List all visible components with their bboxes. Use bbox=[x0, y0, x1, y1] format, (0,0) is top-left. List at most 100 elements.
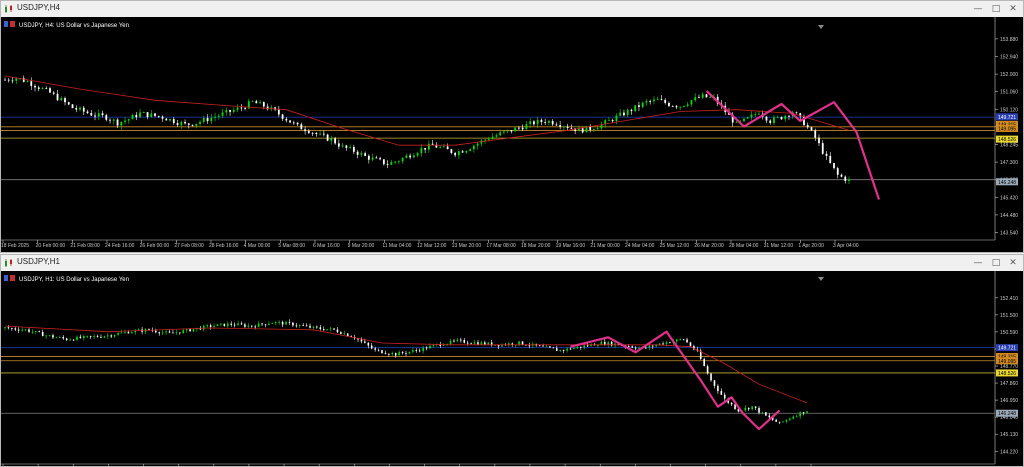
price-label: 149.721 bbox=[998, 346, 1016, 352]
price-tick-label: 151.500 bbox=[1000, 313, 1018, 319]
candle-body bbox=[340, 332, 342, 334]
zigzag-line[interactable] bbox=[705, 90, 881, 200]
candle-body bbox=[460, 339, 462, 341]
chart-canvas-h4[interactable]: USDJPY, H4: US Dollar vs Japanese Yen 153… bbox=[1, 17, 1023, 252]
price-tick-label: 144.480 bbox=[1000, 213, 1018, 219]
candle-body bbox=[75, 108, 78, 110]
maximize-icon[interactable]: □ bbox=[989, 256, 1003, 270]
candle-body bbox=[593, 129, 595, 131]
candle-body bbox=[548, 121, 550, 123]
candle-body bbox=[210, 117, 213, 122]
time-tick-label: 6 Mar 16:00 bbox=[313, 243, 340, 249]
candle-body bbox=[679, 106, 682, 108]
candle-body bbox=[420, 148, 423, 154]
candle-body bbox=[701, 94, 704, 98]
candle-body bbox=[758, 113, 760, 115]
candle-body bbox=[405, 155, 408, 158]
candle-body bbox=[398, 352, 400, 356]
candle-body bbox=[230, 323, 233, 325]
candle-body bbox=[96, 336, 99, 337]
candle-body bbox=[750, 114, 753, 118]
price-tick-label: 152.940 bbox=[1000, 54, 1018, 60]
candle-body bbox=[178, 332, 181, 334]
candle-body bbox=[384, 353, 387, 354]
candle-body bbox=[806, 125, 809, 128]
price-label: 148.526 bbox=[998, 137, 1016, 143]
candle-body bbox=[454, 152, 457, 156]
chart-window-h1[interactable]: USDJPY,H1 — □ ✕ USDJPY, H1: US Dollar vs… bbox=[0, 254, 1024, 467]
candle-body bbox=[187, 123, 190, 125]
candle-body bbox=[784, 115, 787, 120]
time-tick-label: 17 Mar 08:00 bbox=[486, 243, 516, 249]
candle-body bbox=[360, 153, 363, 155]
candle-body bbox=[463, 339, 466, 343]
candle-body bbox=[311, 132, 314, 134]
moving-average-line[interactable] bbox=[4, 75, 850, 146]
candle-body bbox=[573, 347, 575, 350]
candle-body bbox=[271, 323, 274, 324]
candle-body bbox=[665, 342, 668, 345]
candle-body bbox=[465, 150, 468, 153]
symbol-flag-icon bbox=[4, 275, 8, 281]
chart-canvas-h1[interactable]: USDJPY, H1: US Dollar vs Japanese Yen 152… bbox=[1, 271, 1023, 466]
minimize-icon[interactable]: — bbox=[971, 2, 985, 16]
candle-body bbox=[26, 81, 29, 83]
candle-body bbox=[300, 124, 303, 130]
candle-body bbox=[562, 350, 565, 351]
price-tick-label: 146.950 bbox=[1000, 398, 1018, 404]
candle-body bbox=[65, 338, 68, 341]
time-tick-label: 25 Mar 12:00 bbox=[660, 243, 690, 249]
chart-window-h4[interactable]: USDJPY,H4 — □ ✕ USDJPY, H4: US Dollar vs… bbox=[0, 0, 1024, 253]
shift-marker-icon[interactable] bbox=[818, 277, 824, 281]
candle-body bbox=[364, 341, 366, 343]
minimize-icon[interactable]: — bbox=[971, 256, 985, 270]
candle-body bbox=[244, 324, 246, 327]
candle-body bbox=[751, 406, 753, 410]
maximize-icon[interactable]: □ bbox=[989, 2, 1003, 16]
zigzag-line[interactable] bbox=[570, 330, 781, 431]
candle-body bbox=[195, 123, 198, 126]
candle-body bbox=[431, 143, 434, 145]
price-chart[interactable]: USDJPY, H4: US Dollar vs Japanese Yen 153… bbox=[1, 17, 1023, 252]
candle-body bbox=[296, 122, 299, 125]
candle-body bbox=[101, 113, 104, 116]
candle-body bbox=[555, 124, 558, 126]
candle-body bbox=[484, 139, 487, 141]
candle-body bbox=[422, 347, 424, 352]
window-title: USDJPY,H1 bbox=[17, 257, 60, 266]
window-titlebar[interactable]: USDJPY,H4 — □ ✕ bbox=[1, 1, 1023, 18]
candle-body bbox=[679, 339, 681, 341]
candle-body bbox=[540, 119, 543, 122]
trade-icon bbox=[10, 21, 15, 27]
shift-marker-icon[interactable] bbox=[818, 25, 824, 29]
candle-body bbox=[158, 332, 161, 334]
candle-body bbox=[71, 104, 74, 109]
candle-body bbox=[662, 343, 664, 345]
candle-body bbox=[473, 342, 476, 344]
price-chart[interactable]: USDJPY, H1: US Dollar vs Japanese Yen 152… bbox=[1, 271, 1023, 466]
candle-body bbox=[364, 153, 367, 156]
candle-body bbox=[549, 346, 551, 348]
candle-body bbox=[416, 153, 419, 156]
candle-body bbox=[103, 336, 106, 338]
close-icon[interactable]: ✕ bbox=[1006, 2, 1020, 16]
candle-body bbox=[446, 146, 449, 150]
price-tick-label: 148.770 bbox=[1000, 364, 1018, 370]
candle-body bbox=[281, 321, 284, 325]
close-icon[interactable]: ✕ bbox=[1006, 256, 1020, 270]
candle-body bbox=[11, 80, 14, 82]
candle-body bbox=[675, 106, 678, 108]
price-label: 146.248 bbox=[998, 180, 1016, 186]
candle-body bbox=[634, 347, 637, 349]
moving-average-line[interactable] bbox=[4, 325, 808, 404]
time-tick-label: 19 Mar 16:00 bbox=[556, 243, 586, 249]
symbol-flag-icon bbox=[4, 21, 8, 27]
candle-body bbox=[41, 88, 44, 89]
candle-body bbox=[641, 102, 644, 107]
candle-body bbox=[713, 380, 716, 386]
candle-body bbox=[583, 345, 586, 348]
candle-body bbox=[229, 110, 231, 112]
candle-body bbox=[596, 128, 599, 130]
window-titlebar[interactable]: USDJPY,H1 — □ ✕ bbox=[1, 255, 1023, 272]
candle-body bbox=[262, 102, 265, 107]
